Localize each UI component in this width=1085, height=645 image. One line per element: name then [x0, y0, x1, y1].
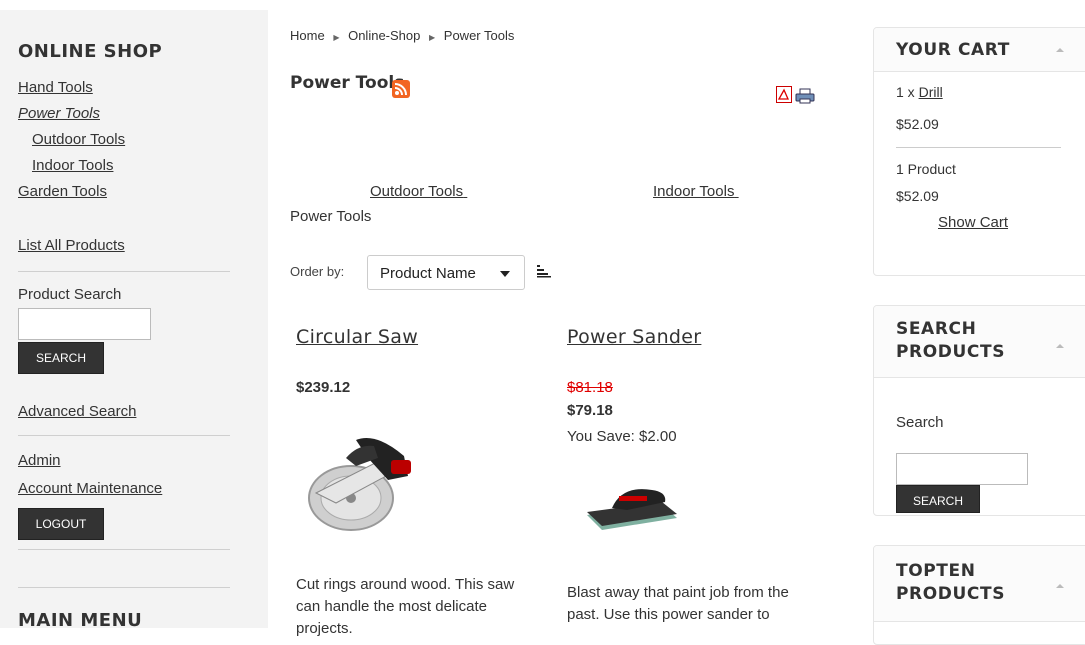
product-search-label: Product Search: [18, 286, 122, 303]
product-price: $79.18: [567, 402, 613, 419]
list-all-products-link[interactable]: List All Products: [18, 237, 125, 254]
search-products-button[interactable]: SEARCH: [896, 485, 980, 513]
divider: [18, 549, 230, 550]
search-products-input[interactable]: [896, 453, 1028, 485]
collapse-icon[interactable]: [1056, 344, 1064, 348]
subcategory-outdoor-tools[interactable]: Outdoor Tools: [370, 183, 467, 200]
cart-module: YOUR CART 1 x Drill $52.09 1 Product $52…: [873, 27, 1085, 276]
power-sander-image[interactable]: [567, 470, 698, 555]
order-by-selected: Product Name: [380, 265, 476, 282]
page-title: Power Tools: [290, 73, 405, 93]
account-maintenance-link[interactable]: Account Maintenance: [18, 480, 162, 497]
cart-item-price: $52.09: [896, 116, 939, 132]
category-description: Power Tools: [290, 208, 372, 225]
topten-module: TOPTEN PRODUCTS: [873, 545, 1085, 645]
chevron-down-icon: [500, 271, 510, 277]
divider: [18, 435, 230, 436]
advanced-search-link[interactable]: Advanced Search: [18, 403, 136, 420]
online-shop-heading: ONLINE SHOP: [18, 41, 163, 62]
cart-heading: YOUR CART: [874, 28, 1085, 72]
cart-item-link[interactable]: Drill: [919, 84, 943, 100]
product-description: Blast away that paint job from the past.…: [567, 584, 789, 623]
divider: [896, 147, 1061, 148]
cart-item: 1 x Drill: [896, 84, 943, 100]
main-content: Home ▶ Online-Shop ▶ Power Tools Power T…: [268, 0, 872, 637]
print-icon[interactable]: [795, 88, 815, 104]
category-power-tools[interactable]: Power Tools: [18, 105, 100, 122]
main-menu-heading: MAIN MENU: [18, 610, 143, 628]
topten-heading: TOPTEN PRODUCTS: [874, 546, 1085, 622]
collapse-icon[interactable]: [1056, 584, 1064, 588]
search-products-heading: SEARCH PRODUCTS: [874, 306, 1085, 378]
breadcrumb-arrow-icon: ▶: [429, 33, 436, 42]
category-garden-tools[interactable]: Garden Tools: [18, 183, 107, 200]
breadcrumb-arrow-icon: ▶: [333, 33, 340, 42]
sort-direction-icon[interactable]: [536, 264, 552, 278]
category-outdoor-tools[interactable]: Outdoor Tools: [18, 131, 125, 148]
divider: [18, 271, 230, 272]
divider: [18, 587, 230, 588]
product-name-power-sander[interactable]: Power Sander: [567, 326, 701, 348]
product-description: Cut rings around wood. This saw can hand…: [296, 576, 515, 637]
circular-saw-image[interactable]: [296, 418, 424, 540]
product-savings: You Save: $2.00: [567, 428, 677, 445]
product-name-circular-saw[interactable]: Circular Saw: [296, 326, 418, 348]
left-sidebar: ONLINE SHOP Hand Tools Power Tools Outdo…: [0, 10, 268, 628]
cart-count: 1 Product: [896, 161, 956, 177]
category-indoor-tools[interactable]: Indoor Tools: [18, 157, 113, 174]
logout-button[interactable]: LOGOUT: [18, 508, 104, 540]
search-products-module: SEARCH PRODUCTS Search SEARCH: [873, 305, 1085, 516]
search-label: Search: [896, 414, 944, 431]
breadcrumb-home[interactable]: Home: [290, 28, 325, 43]
breadcrumb-current: Power Tools: [443, 28, 515, 43]
order-by-select[interactable]: Product Name: [367, 255, 525, 290]
show-cart-link[interactable]: Show Cart: [938, 214, 1008, 231]
subcategory-indoor-tools[interactable]: Indoor Tools: [653, 183, 739, 200]
product-search-input[interactable]: [18, 308, 151, 340]
cart-total: $52.09: [896, 188, 939, 204]
breadcrumb: Home ▶ Online-Shop ▶ Power Tools: [290, 28, 514, 43]
category-hand-tools[interactable]: Hand Tools: [18, 79, 93, 96]
product-old-price: $81.18: [567, 379, 613, 396]
admin-link[interactable]: Admin: [18, 452, 61, 469]
breadcrumb-online-shop[interactable]: Online-Shop: [348, 28, 420, 43]
order-by-label: Order by:: [290, 264, 345, 279]
product-price: $239.12: [296, 379, 351, 396]
rss-feed-icon[interactable]: [392, 80, 410, 98]
collapse-icon[interactable]: [1056, 48, 1064, 52]
search-button[interactable]: SEARCH: [18, 342, 104, 374]
pdf-icon[interactable]: [776, 86, 792, 103]
